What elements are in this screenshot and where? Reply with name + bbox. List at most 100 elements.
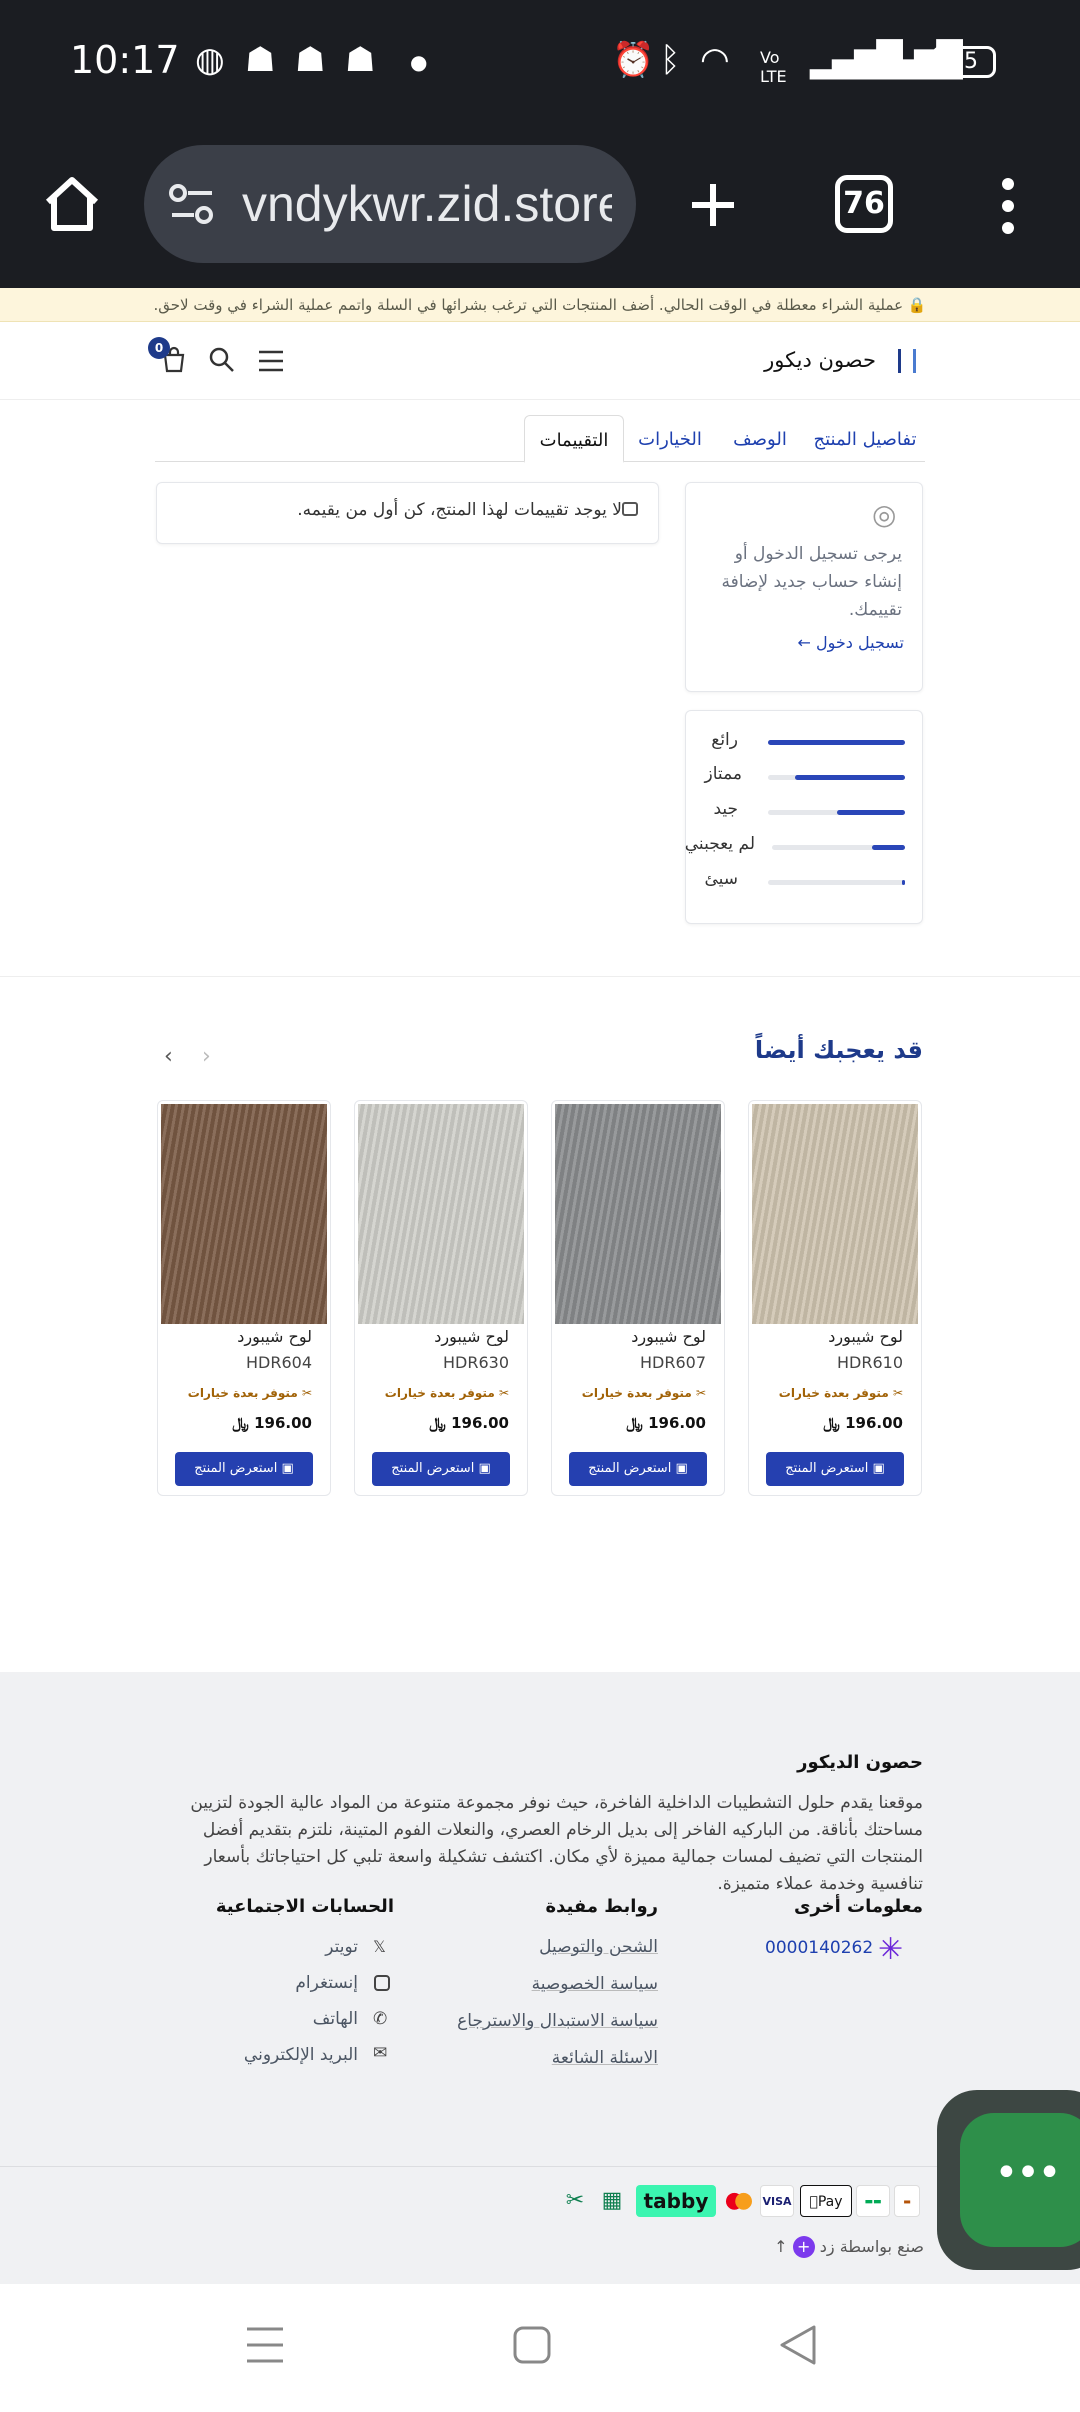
rating-label: ممتاز [704, 764, 742, 784]
chevron-left-icon[interactable]: ‹ [164, 1044, 173, 1069]
social-email[interactable]: البريد الإلكتروني [244, 2045, 358, 2065]
instagram-icon [374, 1975, 390, 1991]
rating-label: سيئ [704, 869, 738, 889]
tabby-logo: tabby [636, 2185, 716, 2217]
apple-pay-logo: Pay [800, 2185, 852, 2217]
chat-button[interactable]: ••• [960, 2113, 1080, 2247]
tab-product-details[interactable]: تفاصيل المنتج [810, 415, 920, 463]
rating-bar [768, 740, 905, 745]
brand-name[interactable]: حصون ديكور [764, 348, 876, 372]
made-by-zid[interactable]: صنع بواسطة زد + ↑ [774, 2236, 924, 2258]
availability-text: متوفر بعدة خيارات [778, 1386, 889, 1400]
product-availability: ✂ متوفر بعدة خيارات [582, 1386, 706, 1400]
links-title: روابط مفيدة [545, 1896, 659, 1917]
wifi-icon: ◠ [700, 40, 730, 80]
tab-switcher-button[interactable]: 76 [835, 175, 893, 233]
product-name[interactable]: لوح شيبورد [237, 1327, 312, 1346]
availability-text: متوفر بعدة خيارات [187, 1386, 298, 1400]
more-menu-icon[interactable] [996, 176, 1020, 236]
snapchat-icon: ☗ [295, 40, 326, 80]
price-value: 196.00 [254, 1414, 312, 1432]
rating-bar [772, 845, 905, 850]
product-image[interactable] [752, 1104, 918, 1324]
product-name[interactable]: لوح شيبورد [828, 1327, 903, 1346]
link-shipping[interactable]: الشحن والتوصيل [539, 1937, 658, 1957]
rating-label: جيد [713, 799, 738, 819]
related-title: قد يعجبك أيضاً [754, 1036, 923, 1064]
price-value: 196.00 [845, 1414, 903, 1432]
view-product-button[interactable]: ▣ استعرض المنتج [175, 1452, 313, 1486]
snapchat-icon: ☗ [245, 40, 276, 80]
product-card[interactable]: لوح شيبورد HDR610 ✂ متوفر بعدة خيارات 196.0… [748, 1100, 922, 1496]
url-text[interactable]: vndykwr.zid.store [242, 175, 612, 233]
email-icon: ✉ [373, 2043, 388, 2063]
tab-reviews[interactable]: التقييمات [524, 415, 624, 463]
back-icon[interactable] [778, 2323, 818, 2367]
search-icon[interactable] [208, 346, 236, 374]
home-nav-icon[interactable] [512, 2325, 552, 2365]
product-image[interactable] [161, 1104, 327, 1324]
whatsapp-icon: ◍ [195, 40, 225, 80]
product-name[interactable]: لوح شيبورد [434, 1327, 509, 1346]
business-number[interactable]: 0000140262 [765, 1938, 873, 1958]
view-product-button[interactable]: ▣ استعرض المنتج [372, 1452, 510, 1486]
home-icon[interactable] [40, 172, 104, 236]
riyal-icon: ﷼ [232, 1414, 249, 1432]
product-image[interactable] [555, 1104, 721, 1324]
business-verification-icon: ✳ [878, 1932, 904, 1967]
tab-options[interactable]: الخيارات [630, 415, 710, 463]
product-name[interactable]: لوح شيبورد [631, 1327, 706, 1346]
recents-icon[interactable] [245, 2325, 285, 2365]
cart-small-icon: ▣ [474, 1461, 491, 1476]
footer-title: حصون الديكور [797, 1752, 923, 1773]
cart-small-icon: ▣ [868, 1461, 885, 1476]
product-card[interactable]: لوح شيبورد HDR607 ✂ متوفر بعدة خيارات 196.0… [551, 1100, 725, 1496]
social-twitter[interactable]: تويتر [325, 1937, 358, 1957]
view-product-label: استعرض المنتج [588, 1461, 672, 1476]
cart-small-icon: ▣ [671, 1461, 688, 1476]
product-code: HDR610 [836, 1353, 903, 1372]
stc-pay-logo: ▬ [894, 2185, 920, 2217]
chevron-right-icon[interactable]: › [202, 1044, 211, 1069]
availability-text: متوفر بعدة خيارات [384, 1386, 495, 1400]
site-settings-icon[interactable] [168, 183, 216, 225]
rating-label: رائع [711, 730, 738, 750]
arrow-up-icon: ↑ [774, 2237, 788, 2256]
rating-label: لم يعجبني [684, 834, 755, 854]
link-faq[interactable]: الاسئلة الشائعة [552, 2048, 658, 2068]
made-by-text: صنع بواسطة زد [819, 2237, 924, 2256]
social-title: الحسابات الاجتماعية [215, 1896, 394, 1917]
new-tab-icon[interactable] [688, 180, 738, 230]
dot-icon: ● [410, 50, 428, 74]
battery-icon: 85 [932, 46, 996, 78]
riyal-icon: ﷼ [823, 1414, 840, 1432]
snapchat-icon: ☗ [345, 40, 376, 80]
visa-logo: VISA [760, 2185, 794, 2217]
social-instagram[interactable]: إنستغرام [295, 1973, 358, 1993]
login-link[interactable]: تسجيل دخول ← [798, 633, 904, 652]
section-divider [0, 976, 1080, 977]
rating-bar [768, 880, 905, 885]
product-card[interactable]: لوح شيبورد HDR604 ✂ متوفر بعدة خيارات 196.0… [157, 1100, 331, 1496]
product-code: HDR630 [442, 1353, 509, 1372]
menu-icon[interactable] [256, 348, 286, 374]
availability-text: متوفر بعدة خيارات [581, 1386, 692, 1400]
payment-logo: ✂ [565, 2188, 585, 2213]
fingerprint-icon: ◎ [872, 498, 897, 531]
bluetooth-icon: ᛒ [660, 40, 681, 80]
link-returns[interactable]: سياسة الاستبدال والاسترجاع [457, 2011, 658, 2031]
comment-icon [622, 502, 638, 516]
product-card[interactable]: لوح شيبورد HDR630 ✂ متوفر بعدة خيارات 196.0… [354, 1100, 528, 1496]
brand-logo[interactable] [898, 349, 916, 373]
view-product-button[interactable]: ▣ استعرض المنتج [766, 1452, 904, 1486]
product-price: 196.00 ﷼ [232, 1414, 312, 1432]
social-phone[interactable]: الهاتف [313, 2009, 358, 2029]
purchase-disabled-notice: 🔒 عملية الشراء معطلة في الوقت الحالي. أض… [0, 288, 1080, 322]
lock-icon: 🔒 [903, 296, 927, 314]
payment-logo: ▦ [601, 2188, 623, 2213]
link-privacy[interactable]: سياسة الخصوصية [532, 1974, 658, 1994]
cart-count-badge: 0 [148, 337, 170, 359]
tab-description[interactable]: الوصف [720, 415, 800, 463]
product-image[interactable] [358, 1104, 524, 1324]
view-product-button[interactable]: ▣ استعرض المنتج [569, 1452, 707, 1486]
